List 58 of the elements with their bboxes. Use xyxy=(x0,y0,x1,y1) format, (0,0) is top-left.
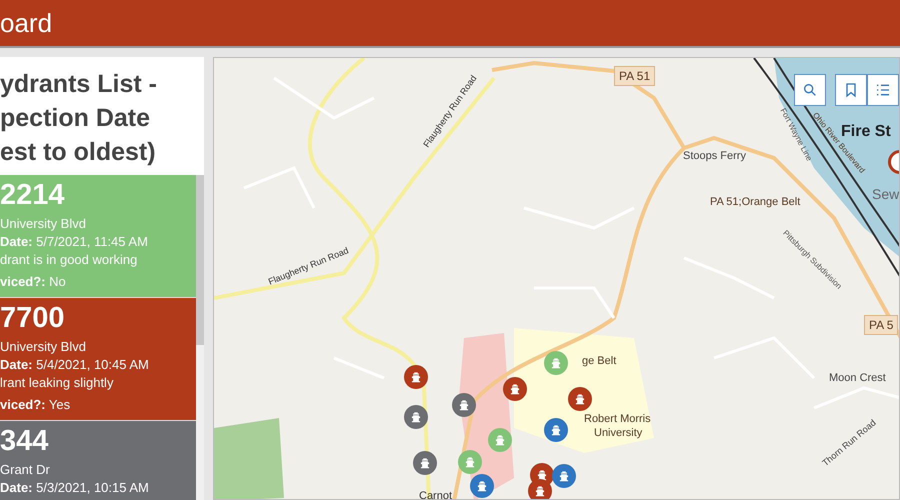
map-label: PA 51;Orange Belt xyxy=(710,195,800,210)
search-button[interactable] xyxy=(794,74,826,106)
note-text: drant is in good working xyxy=(0,251,138,269)
bookmark-button[interactable] xyxy=(835,74,867,106)
hydrant-card[interactable]: 7700 University Blvd Date: 5/4/2021, 10:45 AM lrant leaking slightly viced?: Yes xyxy=(0,298,196,421)
panel-title: ydrants List - xyxy=(0,69,158,100)
serviced-text: viced?: No xyxy=(0,273,67,291)
date-text: Date: 5/7/2021, 11:45 AM xyxy=(0,233,149,251)
map-label: University xyxy=(594,426,642,441)
map-label: Carnot xyxy=(419,489,452,499)
hydrant-marker[interactable] xyxy=(452,393,476,417)
map-label: PA 5 xyxy=(864,315,898,335)
hydrant-marker[interactable] xyxy=(404,365,428,389)
map-label: Moon Crest xyxy=(829,371,886,386)
scrollbar-track[interactable] xyxy=(196,175,204,500)
hydrant-icon xyxy=(557,469,571,483)
hydrant-icon xyxy=(409,370,423,384)
hydrant-icon xyxy=(463,455,477,469)
hydrant-icon xyxy=(549,356,563,370)
hydrant-icon xyxy=(457,398,471,412)
hydrant-icon xyxy=(409,410,423,424)
hydrant-card[interactable]: 344 Grant Dr Date: 5/3/2021, 10:15 AM xyxy=(0,421,196,500)
street-text: Grant Dr xyxy=(0,461,51,479)
street-text: University Blvd xyxy=(0,215,87,233)
hydrant-marker[interactable] xyxy=(404,405,428,429)
map-label: Robert Morris xyxy=(584,412,651,427)
hydrant-icon xyxy=(535,468,549,482)
hydrant-marker[interactable] xyxy=(552,464,576,488)
hydrant-icon xyxy=(475,479,489,493)
hydrant-icon xyxy=(533,484,547,498)
date-text: Date: 5/4/2021, 10:45 AM xyxy=(0,356,150,374)
list-button[interactable] xyxy=(867,74,899,106)
hydrant-number: 2214 xyxy=(0,178,66,213)
map-label: Stoops Ferry xyxy=(683,149,746,164)
map-label: Fire St xyxy=(841,122,891,142)
search-icon xyxy=(802,82,818,98)
serviced-text: viced?: Yes xyxy=(0,396,72,414)
list-icon xyxy=(875,82,891,98)
scrollbar-thumb[interactable] xyxy=(196,175,204,345)
hydrant-marker[interactable] xyxy=(470,474,494,498)
hydrant-marker[interactable] xyxy=(528,479,552,499)
street-text: University Blvd xyxy=(0,338,87,356)
panel-title: pection Date xyxy=(0,103,152,134)
map-label: Sew xyxy=(872,185,899,204)
hydrant-icon xyxy=(493,433,507,447)
panel-title: est to oldest) xyxy=(0,137,157,168)
map-label: ge Belt xyxy=(582,354,616,369)
hydrant-icon xyxy=(418,456,432,470)
hydrant-marker[interactable] xyxy=(413,451,437,475)
hydrant-number: 344 xyxy=(0,424,50,459)
hydrant-icon xyxy=(573,392,587,406)
hydrant-number: 7700 xyxy=(0,301,66,336)
note-text: lrant leaking slightly xyxy=(0,374,114,392)
header-title: oard xyxy=(0,10,52,36)
hydrant-icon xyxy=(549,423,563,437)
hydrant-icon xyxy=(508,382,522,396)
map-label: PA 51 xyxy=(614,66,656,86)
date-text: Date: 5/3/2021, 10:15 AM xyxy=(0,479,150,497)
